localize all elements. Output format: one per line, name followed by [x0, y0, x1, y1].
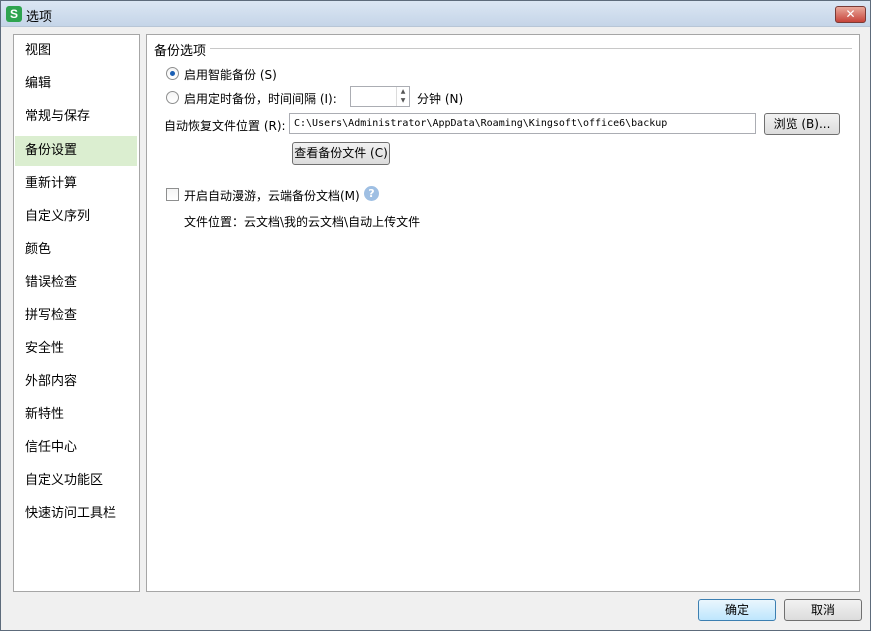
- view-backup-files-button[interactable]: 查看备份文件 (C): [292, 142, 390, 165]
- close-button[interactable]: ✕: [835, 6, 866, 23]
- sidebar-item-colors[interactable]: 颜色: [15, 235, 137, 265]
- recovery-location-label: 自动恢复文件位置 (R):: [164, 119, 286, 133]
- title-bar[interactable]: S 选项 ✕: [1, 1, 870, 27]
- smart-backup-label[interactable]: 启用智能备份 (S): [184, 66, 277, 83]
- minutes-label: 分钟 (N): [417, 92, 464, 106]
- cancel-button[interactable]: 取消: [784, 599, 862, 621]
- interval-spinner[interactable]: ▲ ▼: [350, 86, 410, 107]
- sidebar-item-quick-access-toolbar[interactable]: 快速访问工具栏: [15, 499, 137, 529]
- timed-backup-radio[interactable]: [166, 91, 179, 104]
- sidebar-item-new-features[interactable]: 新特性: [15, 400, 137, 430]
- smart-backup-radio[interactable]: [166, 67, 179, 80]
- section-divider: [210, 48, 852, 49]
- auto-roaming-checkbox[interactable]: [166, 188, 179, 201]
- options-dialog: S 选项 ✕ 视图 编辑 常规与保存 备份设置 重新计算 自定义序列 颜色 错误…: [0, 0, 871, 631]
- sidebar-item-external-content[interactable]: 外部内容: [15, 367, 137, 397]
- sidebar-item-error-checking[interactable]: 错误检查: [15, 268, 137, 298]
- sidebar-item-customize-ribbon[interactable]: 自定义功能区: [15, 466, 137, 496]
- file-location-text: 文件位置：云文档\我的云文档\自动上传文件: [184, 215, 421, 229]
- ok-button[interactable]: 确定: [698, 599, 776, 621]
- sidebar-item-spell-check[interactable]: 拼写检查: [15, 301, 137, 331]
- auto-roaming-label[interactable]: 开启自动漫游，云端备份文档(M): [184, 187, 360, 204]
- sidebar-item-custom-lists[interactable]: 自定义序列: [15, 202, 137, 232]
- sidebar-item-general-save[interactable]: 常规与保存: [15, 102, 137, 132]
- help-icon[interactable]: ?: [364, 186, 379, 201]
- sidebar-item-backup-settings[interactable]: 备份设置: [15, 136, 137, 166]
- backup-settings-panel: 备份选项 启用智能备份 (S) 启用定时备份，时间间隔 (I): ▲ ▼ 分钟 (…: [146, 34, 860, 592]
- browse-button[interactable]: 浏览 (B)...: [764, 113, 840, 135]
- sidebar-item-recalculate[interactable]: 重新计算: [15, 169, 137, 199]
- timed-backup-label[interactable]: 启用定时备份，时间间隔 (I):: [184, 90, 337, 107]
- section-title: 备份选项: [154, 40, 211, 59]
- wps-spreadsheet-icon: S: [6, 6, 22, 22]
- sidebar-item-view[interactable]: 视图: [15, 36, 137, 66]
- sidebar-item-edit[interactable]: 编辑: [15, 69, 137, 99]
- recovery-path-input[interactable]: C:\Users\Administrator\AppData\Roaming\K…: [289, 113, 756, 134]
- sidebar-item-trust-center[interactable]: 信任中心: [15, 433, 137, 463]
- spinner-arrows[interactable]: ▲ ▼: [396, 87, 409, 106]
- sidebar-item-security[interactable]: 安全性: [15, 334, 137, 364]
- options-category-list: 视图 编辑 常规与保存 备份设置 重新计算 自定义序列 颜色 错误检查 拼写检查…: [13, 34, 140, 592]
- dialog-title: 选项: [26, 10, 53, 25]
